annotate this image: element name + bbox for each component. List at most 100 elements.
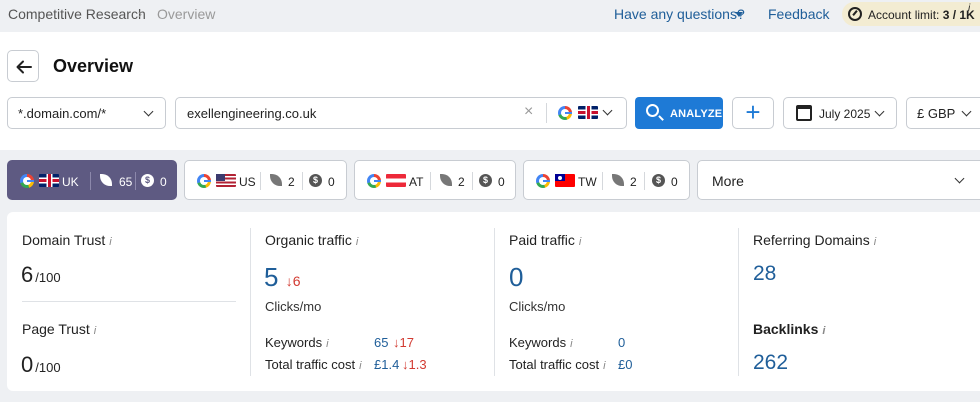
breadcrumb-separator: ›: [138, 7, 142, 21]
google-icon: [536, 174, 550, 188]
paid-traffic-unit: Clicks/mo: [509, 299, 566, 314]
paid-traffic-label: Paid traffic i: [509, 232, 582, 248]
domain-trust-value: 6/100: [21, 262, 61, 287]
dollar-icon: $: [141, 174, 154, 187]
divider: [546, 103, 547, 123]
search-mode-value: *.domain.com/*: [18, 106, 107, 121]
google-icon: [20, 174, 34, 188]
feedback-link[interactable]: Feedback: [768, 6, 829, 22]
country-code: US: [239, 175, 256, 189]
country-tab-us[interactable]: US 2 $ 0: [184, 160, 347, 200]
domain-trust-label: Domain Trust i: [22, 232, 112, 248]
organic-keywords-count: 2: [458, 175, 465, 189]
dollar-icon: $: [479, 174, 492, 187]
date-value: July 2025: [819, 107, 871, 121]
questions-link[interactable]: Have any questions?: [614, 6, 745, 22]
organic-traffic-value[interactable]: 5 ↓6: [264, 262, 301, 293]
referring-domains-label: Referring Domains i: [753, 232, 877, 248]
paid-keywords-count: 0: [328, 175, 335, 189]
search-mode-select[interactable]: *.domain.com/*: [7, 97, 166, 129]
info-icon[interactable]: i: [603, 360, 605, 372]
paid-traffic-value[interactable]: 0: [509, 262, 523, 293]
paid-cost-label: Total traffic cost i: [509, 357, 606, 372]
paid-keywords-count: 0: [160, 175, 167, 189]
info-icon[interactable]: i: [874, 236, 876, 248]
organic-keywords-count: 65: [119, 175, 133, 189]
leaf-icon: [612, 174, 624, 186]
us-flag-icon: [216, 174, 236, 187]
info-icon[interactable]: i: [356, 236, 358, 248]
chevron-down-icon: [961, 106, 972, 117]
header-panel: [0, 32, 980, 150]
paid-cost-value[interactable]: £0: [618, 357, 632, 372]
organic-keywords-count: 2: [288, 175, 295, 189]
chevron-down-icon[interactable]: [602, 105, 613, 116]
analyze-label: ANALYZE: [670, 108, 723, 120]
info-icon[interactable]: i: [326, 338, 328, 350]
search-icon: [646, 104, 659, 117]
uk-flag-icon: [39, 174, 59, 187]
page-trust-value: 0/100: [21, 352, 61, 377]
leaf-icon: [440, 174, 452, 186]
top-bar: Competitive Research › Overview Have any…: [0, 0, 980, 32]
organic-cost-delta: ↓1.3: [402, 357, 427, 372]
google-icon: [558, 106, 572, 120]
account-limit-label: Account limit:: [868, 8, 940, 22]
chevron-down-icon: [954, 173, 965, 184]
austria-flag-icon: [386, 174, 406, 187]
paid-keywords-count: 0: [671, 175, 678, 189]
page-title: Overview: [53, 56, 134, 76]
paid-keywords-value[interactable]: 0: [618, 335, 625, 350]
breadcrumb-root[interactable]: Competitive Research: [8, 6, 146, 22]
country-tab-uk[interactable]: UK 65 $ 0: [7, 160, 177, 200]
currency-select[interactable]: £ GBP: [906, 97, 980, 129]
gauge-icon: [848, 7, 862, 21]
more-countries-select[interactable]: More: [697, 160, 980, 200]
organic-traffic-label: Organic traffic i: [265, 232, 359, 248]
paid-keywords-count: 0: [498, 175, 505, 189]
back-button[interactable]: [7, 50, 39, 82]
domain-input[interactable]: exellengineering.co.uk ×: [175, 97, 627, 129]
organic-keywords-label: Keywords i: [265, 335, 329, 350]
referring-domains-value[interactable]: 28: [753, 262, 776, 286]
clear-icon[interactable]: ×: [524, 103, 533, 121]
uk-flag-icon: [578, 106, 598, 119]
caret-down-icon[interactable]: [735, 12, 743, 17]
google-icon: [197, 174, 211, 188]
google-icon: [367, 174, 381, 188]
organic-keywords-delta: ↓17: [393, 335, 414, 350]
domain-input-value: exellengineering.co.uk: [187, 106, 317, 121]
info-icon[interactable]: i: [579, 236, 581, 248]
chevron-down-icon: [874, 106, 885, 117]
info-icon[interactable]: i: [94, 325, 96, 337]
info-icon[interactable]: i: [570, 338, 572, 350]
divider: [22, 301, 236, 302]
date-select[interactable]: July 2025: [783, 97, 897, 129]
country-code: UK: [62, 175, 79, 189]
add-button[interactable]: +: [732, 97, 774, 129]
chevron-down-icon: [143, 106, 154, 117]
organic-cost-label: Total traffic cost i: [265, 357, 362, 372]
taiwan-flag-icon: [555, 174, 575, 187]
calendar-icon: [796, 105, 812, 121]
info-icon[interactable]: i: [109, 236, 111, 248]
country-code: TW: [578, 175, 597, 189]
country-tab-tw[interactable]: TW 2 $ 0: [523, 160, 690, 200]
leaf-icon: [100, 174, 112, 186]
page-trust-label: Page Trust i: [22, 321, 97, 337]
info-icon[interactable]: i: [968, 3, 970, 14]
organic-traffic-unit: Clicks/mo: [265, 299, 322, 314]
leaf-icon: [270, 174, 282, 186]
dollar-icon: $: [309, 174, 322, 187]
more-label: More: [712, 173, 744, 189]
country-tab-at[interactable]: AT 2 $ 0: [354, 160, 516, 200]
info-icon[interactable]: i: [822, 325, 825, 337]
analyze-button[interactable]: ANALYZE: [635, 97, 723, 129]
organic-keywords-value[interactable]: 65: [374, 335, 388, 350]
breadcrumb-current: Overview: [157, 6, 216, 22]
account-limit-badge[interactable]: Account limit: 3 / 1K i: [842, 2, 980, 26]
backlinks-value[interactable]: 262: [753, 351, 788, 375]
organic-cost-value[interactable]: £1.4: [374, 357, 399, 372]
organic-keywords-count: 2: [630, 175, 637, 189]
info-icon[interactable]: i: [359, 360, 361, 372]
